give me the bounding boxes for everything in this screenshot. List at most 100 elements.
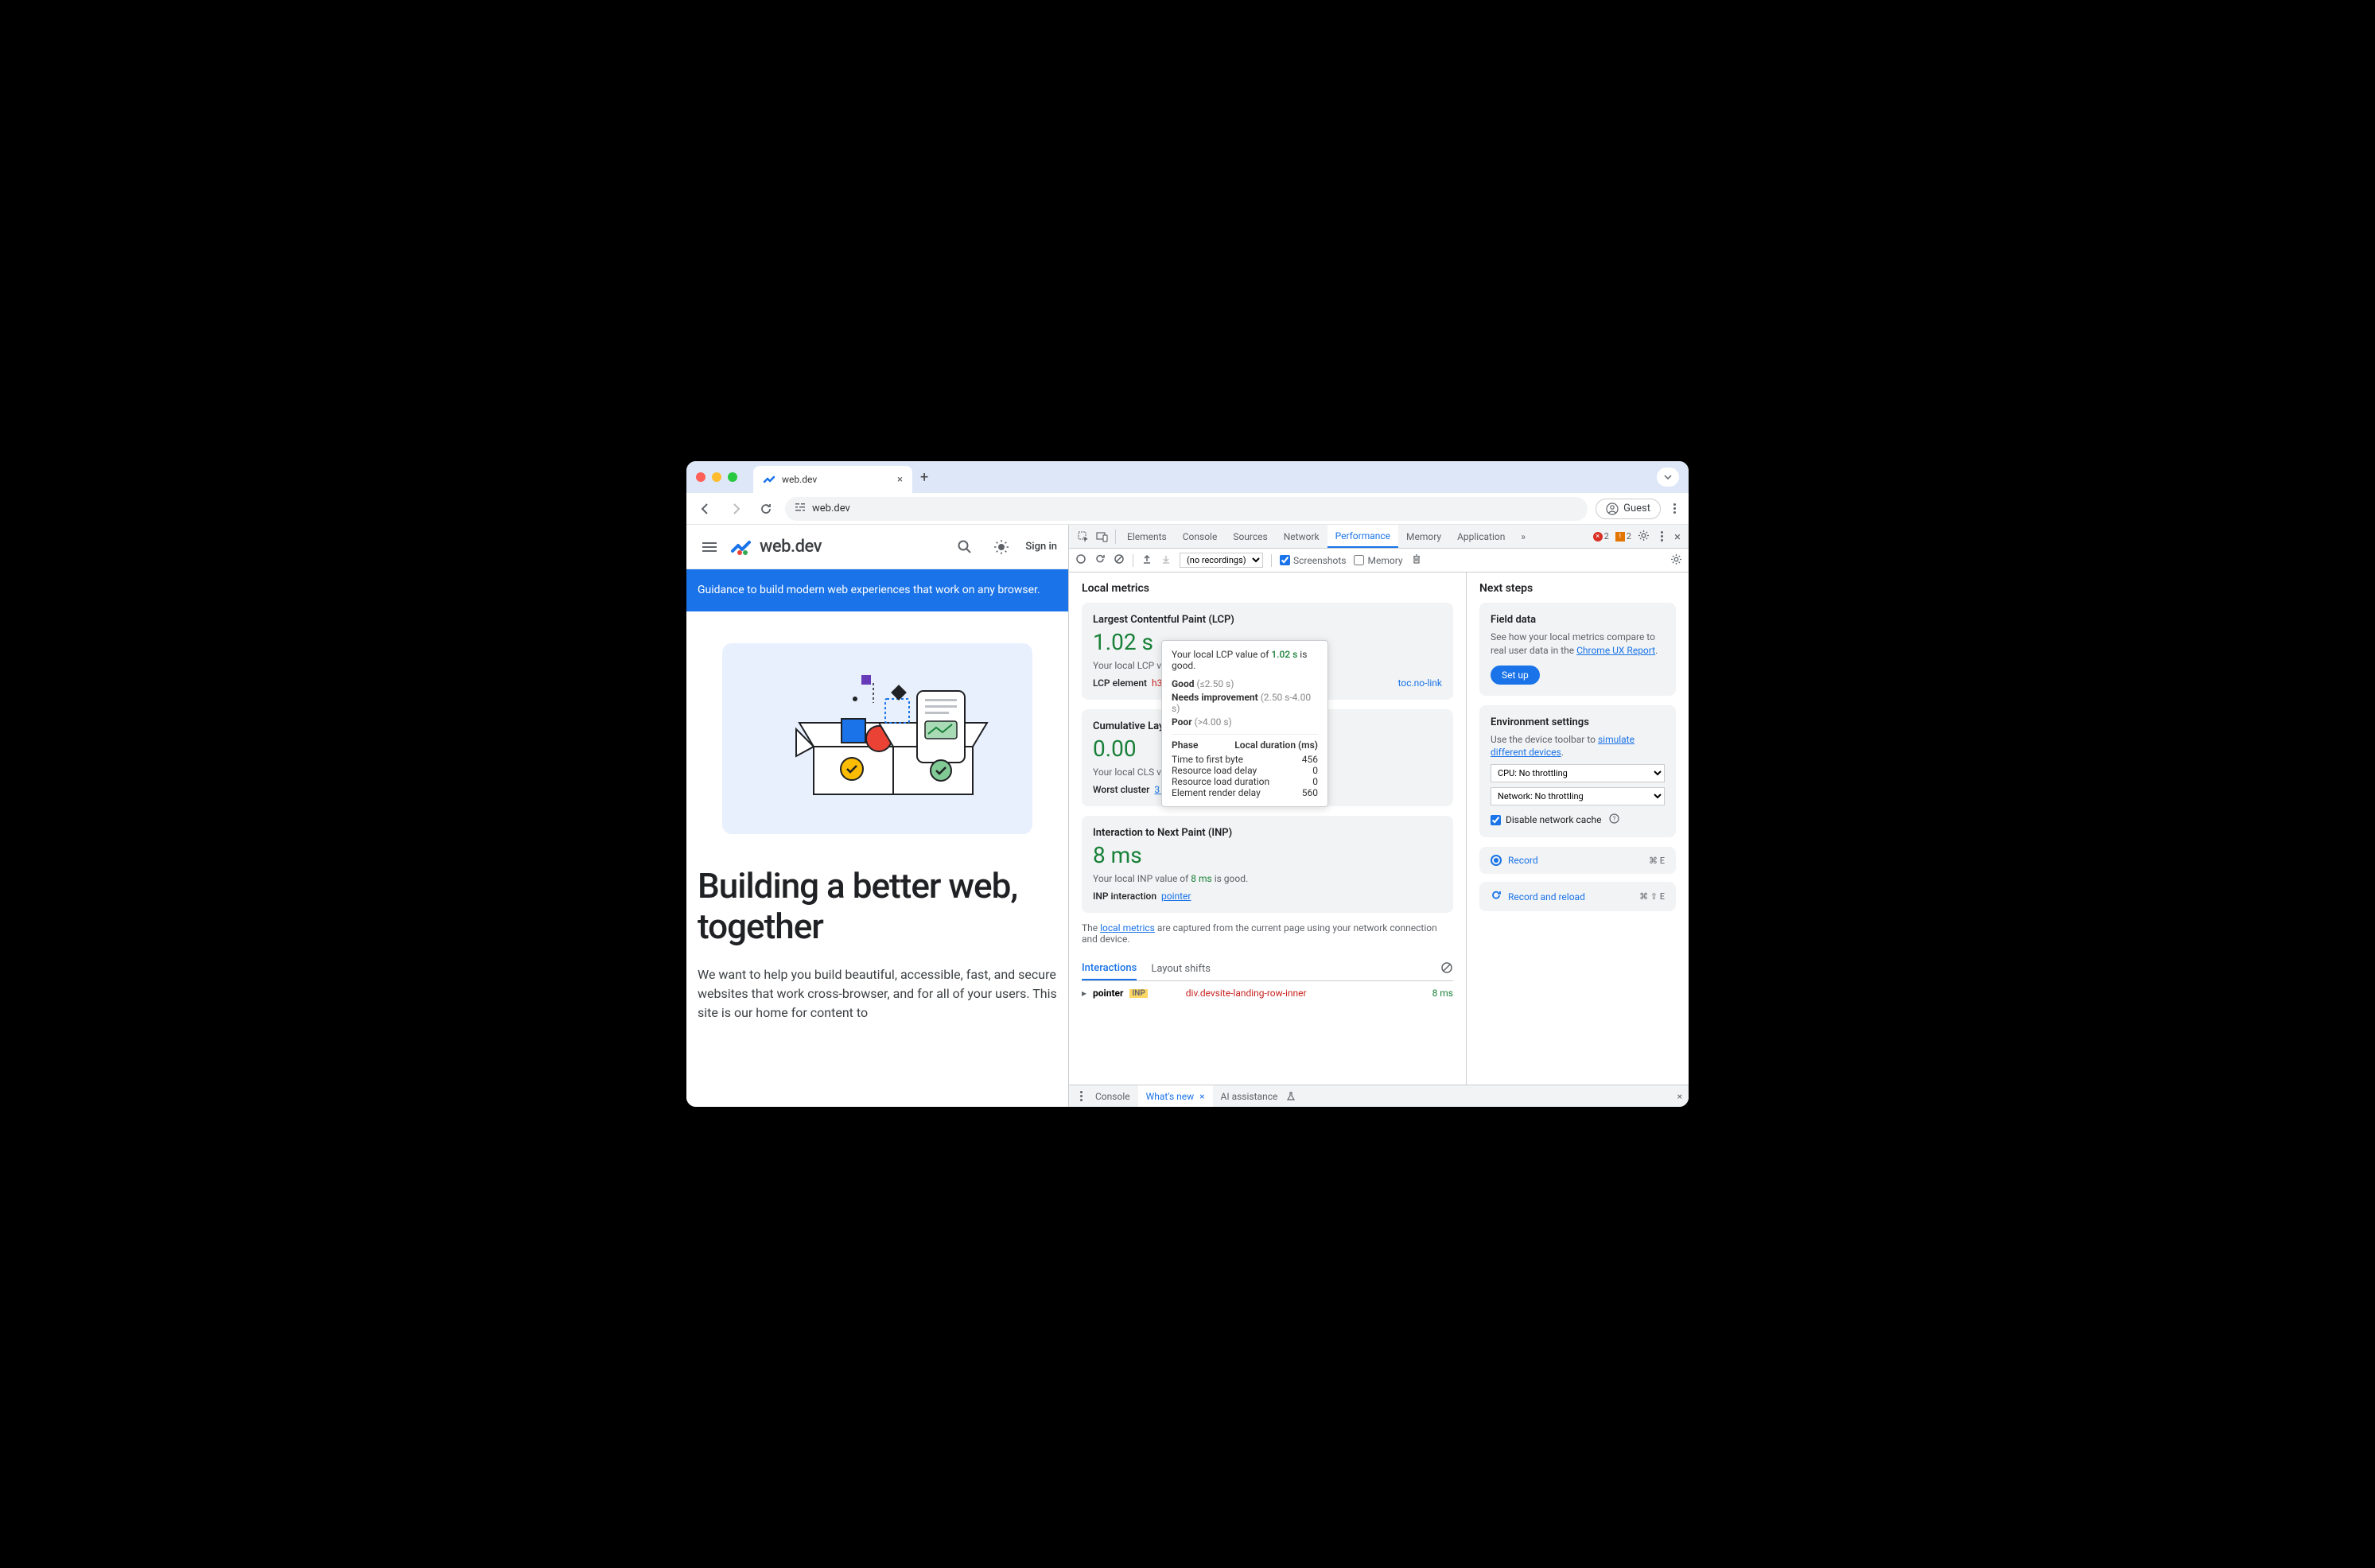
brand-text: web.dev [760,537,822,557]
reload-button[interactable] [755,498,777,520]
forward-button[interactable] [725,498,747,520]
tab-dropdown-button[interactable] [1657,468,1679,487]
inp-pointer-link[interactable]: pointer [1161,891,1191,902]
screenshots-checkbox[interactable]: Screenshots [1280,555,1346,566]
memory-checkbox[interactable]: Memory [1354,555,1402,566]
maximize-icon[interactable] [728,472,737,482]
record-reload-kbd: ⌘ ⇧ E [1639,891,1665,902]
hero-body: We want to help you build beautiful, acc… [698,965,1057,1023]
record-reload-action[interactable]: Record and reload ⌘ ⇧ E [1479,882,1676,911]
favicon-icon [763,473,775,486]
reload-icon [1491,890,1502,903]
settings-icon[interactable] [1638,530,1650,544]
site-settings-icon[interactable] [795,502,806,516]
tab-elements[interactable]: Elements [1119,525,1175,548]
device-toolbar-button[interactable] [1093,525,1112,548]
upload-icon[interactable] [1141,553,1153,567]
browser-menu-button[interactable] [1669,503,1681,514]
drawer-ai[interactable]: AI assistance [1213,1085,1304,1107]
network-throttle-select[interactable]: Network: No throttling [1491,787,1665,805]
tab-interactions[interactable]: Interactions [1082,957,1137,980]
local-metrics-link[interactable]: local metrics [1100,922,1155,933]
download-icon[interactable] [1160,553,1172,567]
clear-interactions-icon[interactable] [1440,961,1453,977]
interaction-target[interactable]: div.devsite-landing-row-inner [1186,988,1307,999]
disable-cache-checkbox[interactable]: Disable network cache ? [1491,813,1665,826]
devtools-menu-button[interactable] [1656,531,1668,541]
inp-interaction-row: INP interaction pointer [1093,891,1442,902]
minimize-icon[interactable] [712,472,721,482]
brand-logo-icon [731,538,755,557]
flask-icon [1286,1092,1296,1101]
more-tabs-button[interactable]: » [1513,525,1533,548]
next-steps-heading: Next steps [1479,582,1676,595]
tab-network[interactable]: Network [1276,525,1327,548]
lcp-tooltip: Your local LCP value of 1.02 s is good. … [1161,640,1328,807]
new-tab-button[interactable]: + [920,469,928,486]
close-icon[interactable] [696,472,706,482]
setup-button[interactable]: Set up [1491,666,1540,685]
interactions-tabs: Interactions Layout shifts [1082,957,1453,981]
reload-record-icon[interactable] [1094,553,1106,567]
lcp-element-class[interactable]: toc.no-link [1398,677,1442,689]
lcp-title: Largest Contentful Paint (LCP) [1093,614,1442,626]
avatar-icon [1606,503,1619,515]
back-button[interactable] [694,498,717,520]
tab-title: web.dev [782,474,891,485]
inp-badge: INP [1129,989,1147,998]
clear-icon[interactable] [1114,553,1125,567]
tab-console[interactable]: Console [1175,525,1226,548]
panel-settings-icon[interactable] [1670,553,1682,568]
rendered-page: web.dev Sign in Guidance to build modern… [686,525,1068,1107]
recordings-select[interactable]: (no recordings) [1180,553,1263,568]
devtools-close-button[interactable]: × [1674,530,1681,544]
record-icon[interactable] [1075,553,1086,567]
tab-memory[interactable]: Memory [1398,525,1449,548]
browser-tab[interactable]: web.dev × [753,466,912,493]
tab-layout-shifts[interactable]: Layout shifts [1151,958,1211,980]
drawer-close-button[interactable]: × [1677,1091,1682,1102]
interaction-row[interactable]: ▸ pointer INP div.devsite-landing-row-in… [1082,981,1453,1005]
tab-application[interactable]: Application [1449,525,1513,548]
drawer-menu-button[interactable] [1075,1091,1087,1101]
page-header: web.dev Sign in [686,525,1068,569]
theme-button[interactable] [989,534,1014,560]
help-icon[interactable]: ? [1609,813,1619,826]
hero-title: Building a better web, together [698,866,1057,946]
devtools-sidebar: Next steps Field data See how your local… [1466,572,1689,1085]
cpu-throttle-select[interactable]: CPU: No throttling [1491,764,1665,782]
interaction-timing: 8 ms [1432,988,1453,999]
warnings-badge[interactable]: !2 [1615,531,1631,541]
errors-badge[interactable]: ×2 [1593,531,1609,541]
env-settings-card: Environment settings Use the device tool… [1479,705,1676,838]
devtools-subbar: (no recordings) Screenshots Memory [1069,549,1689,572]
search-button[interactable] [952,534,978,560]
drawer-console[interactable]: Console [1087,1085,1138,1107]
gc-icon[interactable] [1411,553,1422,567]
page-banner: Guidance to build modern web experiences… [686,569,1068,611]
tab-sources[interactable]: Sources [1225,525,1275,548]
field-data-card: Field data See how your local metrics co… [1479,603,1676,696]
content-area: web.dev Sign in Guidance to build modern… [686,525,1689,1107]
local-metrics-heading: Local metrics [1082,582,1453,595]
hero-section: Building a better web, together We want … [686,611,1068,1023]
tab-performance[interactable]: Performance [1327,525,1398,548]
expand-icon[interactable]: ▸ [1082,988,1086,999]
drawer-whatsnew[interactable]: What's new × [1138,1085,1213,1107]
brand[interactable]: web.dev [731,537,822,557]
browser-window: web.dev × + web.dev Guest [686,461,1689,1107]
signin-link[interactable]: Sign in [1025,541,1057,553]
url-bar[interactable]: web.dev [785,497,1588,521]
record-action[interactable]: Record ⌘ E [1479,847,1676,874]
hamburger-button[interactable] [698,538,721,557]
devtools-main: Local metrics Largest Contentful Paint (… [1069,572,1466,1085]
url-text: web.dev [812,503,850,514]
footer-note: The local metrics are captured from the … [1082,922,1453,945]
devtools-panel: Elements Console Sources Network Perform… [1068,525,1689,1107]
profile-button[interactable]: Guest [1596,499,1661,519]
inp-title: Interaction to Next Paint (INP) [1093,827,1442,839]
tab-close-icon[interactable]: × [897,474,903,486]
crux-link[interactable]: Chrome UX Report [1576,645,1655,656]
inspect-button[interactable] [1074,525,1093,548]
svg-text:?: ? [1613,816,1616,823]
